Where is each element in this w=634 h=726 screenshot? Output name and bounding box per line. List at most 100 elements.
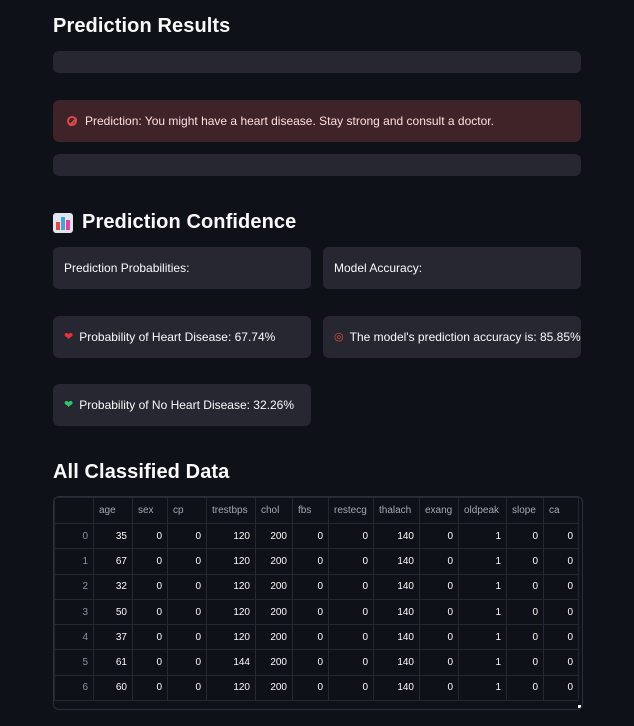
table-cell-restecg[interactable]: 0 bbox=[328, 522, 374, 550]
column-header-restecg[interactable]: restecg bbox=[328, 497, 374, 524]
data-grid[interactable]: age sex cp trestbps chol fbs restecg thalach exa… bbox=[54, 497, 579, 702]
table-cell-exang[interactable]: 0 bbox=[419, 522, 459, 550]
table-row[interactable]: 6 60 0 0 120 200 0 0 140 0 1 0 0 bbox=[54, 674, 579, 702]
row-index-cell[interactable]: 4 bbox=[54, 624, 94, 651]
table-cell-fbs[interactable]: 0 bbox=[292, 674, 329, 702]
column-header-slope[interactable]: slope bbox=[506, 497, 544, 524]
table-cell-restecg[interactable]: 0 bbox=[328, 548, 374, 575]
table-cell-ca[interactable]: 0 bbox=[543, 598, 579, 626]
column-header-chol[interactable]: chol bbox=[255, 497, 293, 524]
table-cell-exang[interactable]: 0 bbox=[419, 573, 459, 600]
table-cell-slope[interactable]: 0 bbox=[506, 674, 544, 702]
table-cell-ca[interactable]: 0 bbox=[543, 522, 579, 550]
column-header-fbs[interactable]: fbs bbox=[292, 497, 329, 524]
table-cell-ca[interactable]: 0 bbox=[543, 674, 579, 702]
table-cell-sex[interactable]: 0 bbox=[132, 548, 168, 575]
table-cell-fbs[interactable]: 0 bbox=[292, 649, 329, 676]
table-cell-chol[interactable]: 200 bbox=[255, 573, 293, 600]
table-cell-chol[interactable]: 200 bbox=[255, 674, 293, 702]
table-cell-trestbps[interactable]: 120 bbox=[206, 624, 256, 651]
table-cell-slope[interactable]: 0 bbox=[506, 522, 544, 550]
table-cell-sex[interactable]: 0 bbox=[132, 522, 168, 550]
table-cell-restecg[interactable]: 0 bbox=[328, 573, 374, 600]
column-header-age[interactable]: age bbox=[93, 497, 133, 524]
table-cell-thalach[interactable]: 140 bbox=[373, 522, 420, 550]
table-cell-exang[interactable]: 0 bbox=[419, 548, 459, 575]
column-header-trestbps[interactable]: trestbps bbox=[206, 497, 256, 524]
row-index-cell[interactable]: 5 bbox=[54, 649, 94, 676]
table-cell-slope[interactable]: 0 bbox=[506, 598, 544, 626]
table-cell-chol[interactable]: 200 bbox=[255, 548, 293, 575]
column-header-cp[interactable]: cp bbox=[167, 497, 207, 524]
table-cell-sex[interactable]: 0 bbox=[132, 674, 168, 702]
table-row[interactable]: 5 61 0 0 144 200 0 0 140 0 1 0 0 bbox=[54, 649, 579, 676]
column-header-ca[interactable]: ca bbox=[543, 497, 579, 524]
table-cell-age[interactable]: 60 bbox=[93, 674, 133, 702]
table-cell-chol[interactable]: 200 bbox=[255, 522, 293, 550]
table-cell-ca[interactable]: 0 bbox=[543, 548, 579, 575]
column-header-oldpeak[interactable]: oldpeak bbox=[458, 497, 507, 524]
table-cell-cp[interactable]: 0 bbox=[167, 573, 207, 600]
table-cell-oldpeak[interactable]: 1 bbox=[458, 649, 507, 676]
table-cell-age[interactable]: 32 bbox=[93, 573, 133, 600]
table-cell-cp[interactable]: 0 bbox=[167, 674, 207, 702]
table-cell-chol[interactable]: 200 bbox=[255, 649, 293, 676]
table-cell-ca[interactable]: 0 bbox=[543, 573, 579, 600]
table-cell-trestbps[interactable]: 120 bbox=[206, 674, 256, 702]
table-cell-cp[interactable]: 0 bbox=[167, 522, 207, 550]
row-index-cell[interactable]: 3 bbox=[54, 598, 94, 626]
table-row[interactable]: 3 50 0 0 120 200 0 0 140 0 1 0 0 bbox=[54, 598, 579, 626]
table-cell-slope[interactable]: 0 bbox=[506, 624, 544, 651]
table-cell-restecg[interactable]: 0 bbox=[328, 674, 374, 702]
table-cell-slope[interactable]: 0 bbox=[506, 548, 544, 575]
table-cell-cp[interactable]: 0 bbox=[167, 548, 207, 575]
table-cell-sex[interactable]: 0 bbox=[132, 598, 168, 626]
column-header-exang[interactable]: exang bbox=[419, 497, 459, 524]
table-cell-exang[interactable]: 0 bbox=[419, 624, 459, 651]
table-cell-cp[interactable]: 0 bbox=[167, 624, 207, 651]
table-cell-age[interactable]: 61 bbox=[93, 649, 133, 676]
table-cell-slope[interactable]: 0 bbox=[506, 573, 544, 600]
table-cell-ca[interactable]: 0 bbox=[543, 624, 579, 651]
table-cell-oldpeak[interactable]: 1 bbox=[458, 548, 507, 575]
index-column-header[interactable] bbox=[54, 497, 94, 524]
table-cell-chol[interactable]: 200 bbox=[255, 598, 293, 626]
classified-data-table[interactable]: age sex cp trestbps chol fbs restecg thalach exa… bbox=[53, 496, 583, 710]
table-cell-exang[interactable]: 0 bbox=[419, 598, 459, 626]
table-cell-fbs[interactable]: 0 bbox=[292, 522, 329, 550]
table-cell-restecg[interactable]: 0 bbox=[328, 624, 374, 651]
table-cell-age[interactable]: 67 bbox=[93, 548, 133, 575]
table-cell-thalach[interactable]: 140 bbox=[373, 598, 420, 626]
table-cell-trestbps[interactable]: 120 bbox=[206, 522, 256, 550]
table-cell-chol[interactable]: 200 bbox=[255, 624, 293, 651]
table-cell-fbs[interactable]: 0 bbox=[292, 573, 329, 600]
table-cell-sex[interactable]: 0 bbox=[132, 624, 168, 651]
table-cell-exang[interactable]: 0 bbox=[419, 674, 459, 702]
table-cell-oldpeak[interactable]: 1 bbox=[458, 522, 507, 550]
table-cell-oldpeak[interactable]: 1 bbox=[458, 573, 507, 600]
table-cell-trestbps[interactable]: 144 bbox=[206, 649, 256, 676]
table-cell-trestbps[interactable]: 120 bbox=[206, 573, 256, 600]
table-cell-sex[interactable]: 0 bbox=[132, 573, 168, 600]
table-cell-thalach[interactable]: 140 bbox=[373, 674, 420, 702]
table-row[interactable]: 0 35 0 0 120 200 0 0 140 0 1 0 0 bbox=[54, 522, 579, 550]
table-cell-trestbps[interactable]: 120 bbox=[206, 548, 256, 575]
table-cell-fbs[interactable]: 0 bbox=[292, 624, 329, 651]
table-cell-trestbps[interactable]: 120 bbox=[206, 598, 256, 626]
table-cell-oldpeak[interactable]: 1 bbox=[458, 624, 507, 651]
row-index-cell[interactable]: 6 bbox=[54, 674, 94, 702]
row-index-cell[interactable]: 1 bbox=[54, 548, 94, 575]
table-cell-thalach[interactable]: 140 bbox=[373, 573, 420, 600]
table-cell-restecg[interactable]: 0 bbox=[328, 598, 374, 626]
table-cell-slope[interactable]: 0 bbox=[506, 649, 544, 676]
table-cell-fbs[interactable]: 0 bbox=[292, 598, 329, 626]
column-header-sex[interactable]: sex bbox=[132, 497, 168, 524]
table-cell-exang[interactable]: 0 bbox=[419, 649, 459, 676]
table-cell-thalach[interactable]: 140 bbox=[373, 548, 420, 575]
table-row[interactable]: 4 37 0 0 120 200 0 0 140 0 1 0 0 bbox=[54, 624, 579, 651]
table-cell-age[interactable]: 35 bbox=[93, 522, 133, 550]
table-cell-age[interactable]: 50 bbox=[93, 598, 133, 626]
table-resize-handle[interactable] bbox=[578, 705, 581, 708]
table-cell-age[interactable]: 37 bbox=[93, 624, 133, 651]
table-cell-thalach[interactable]: 140 bbox=[373, 649, 420, 676]
